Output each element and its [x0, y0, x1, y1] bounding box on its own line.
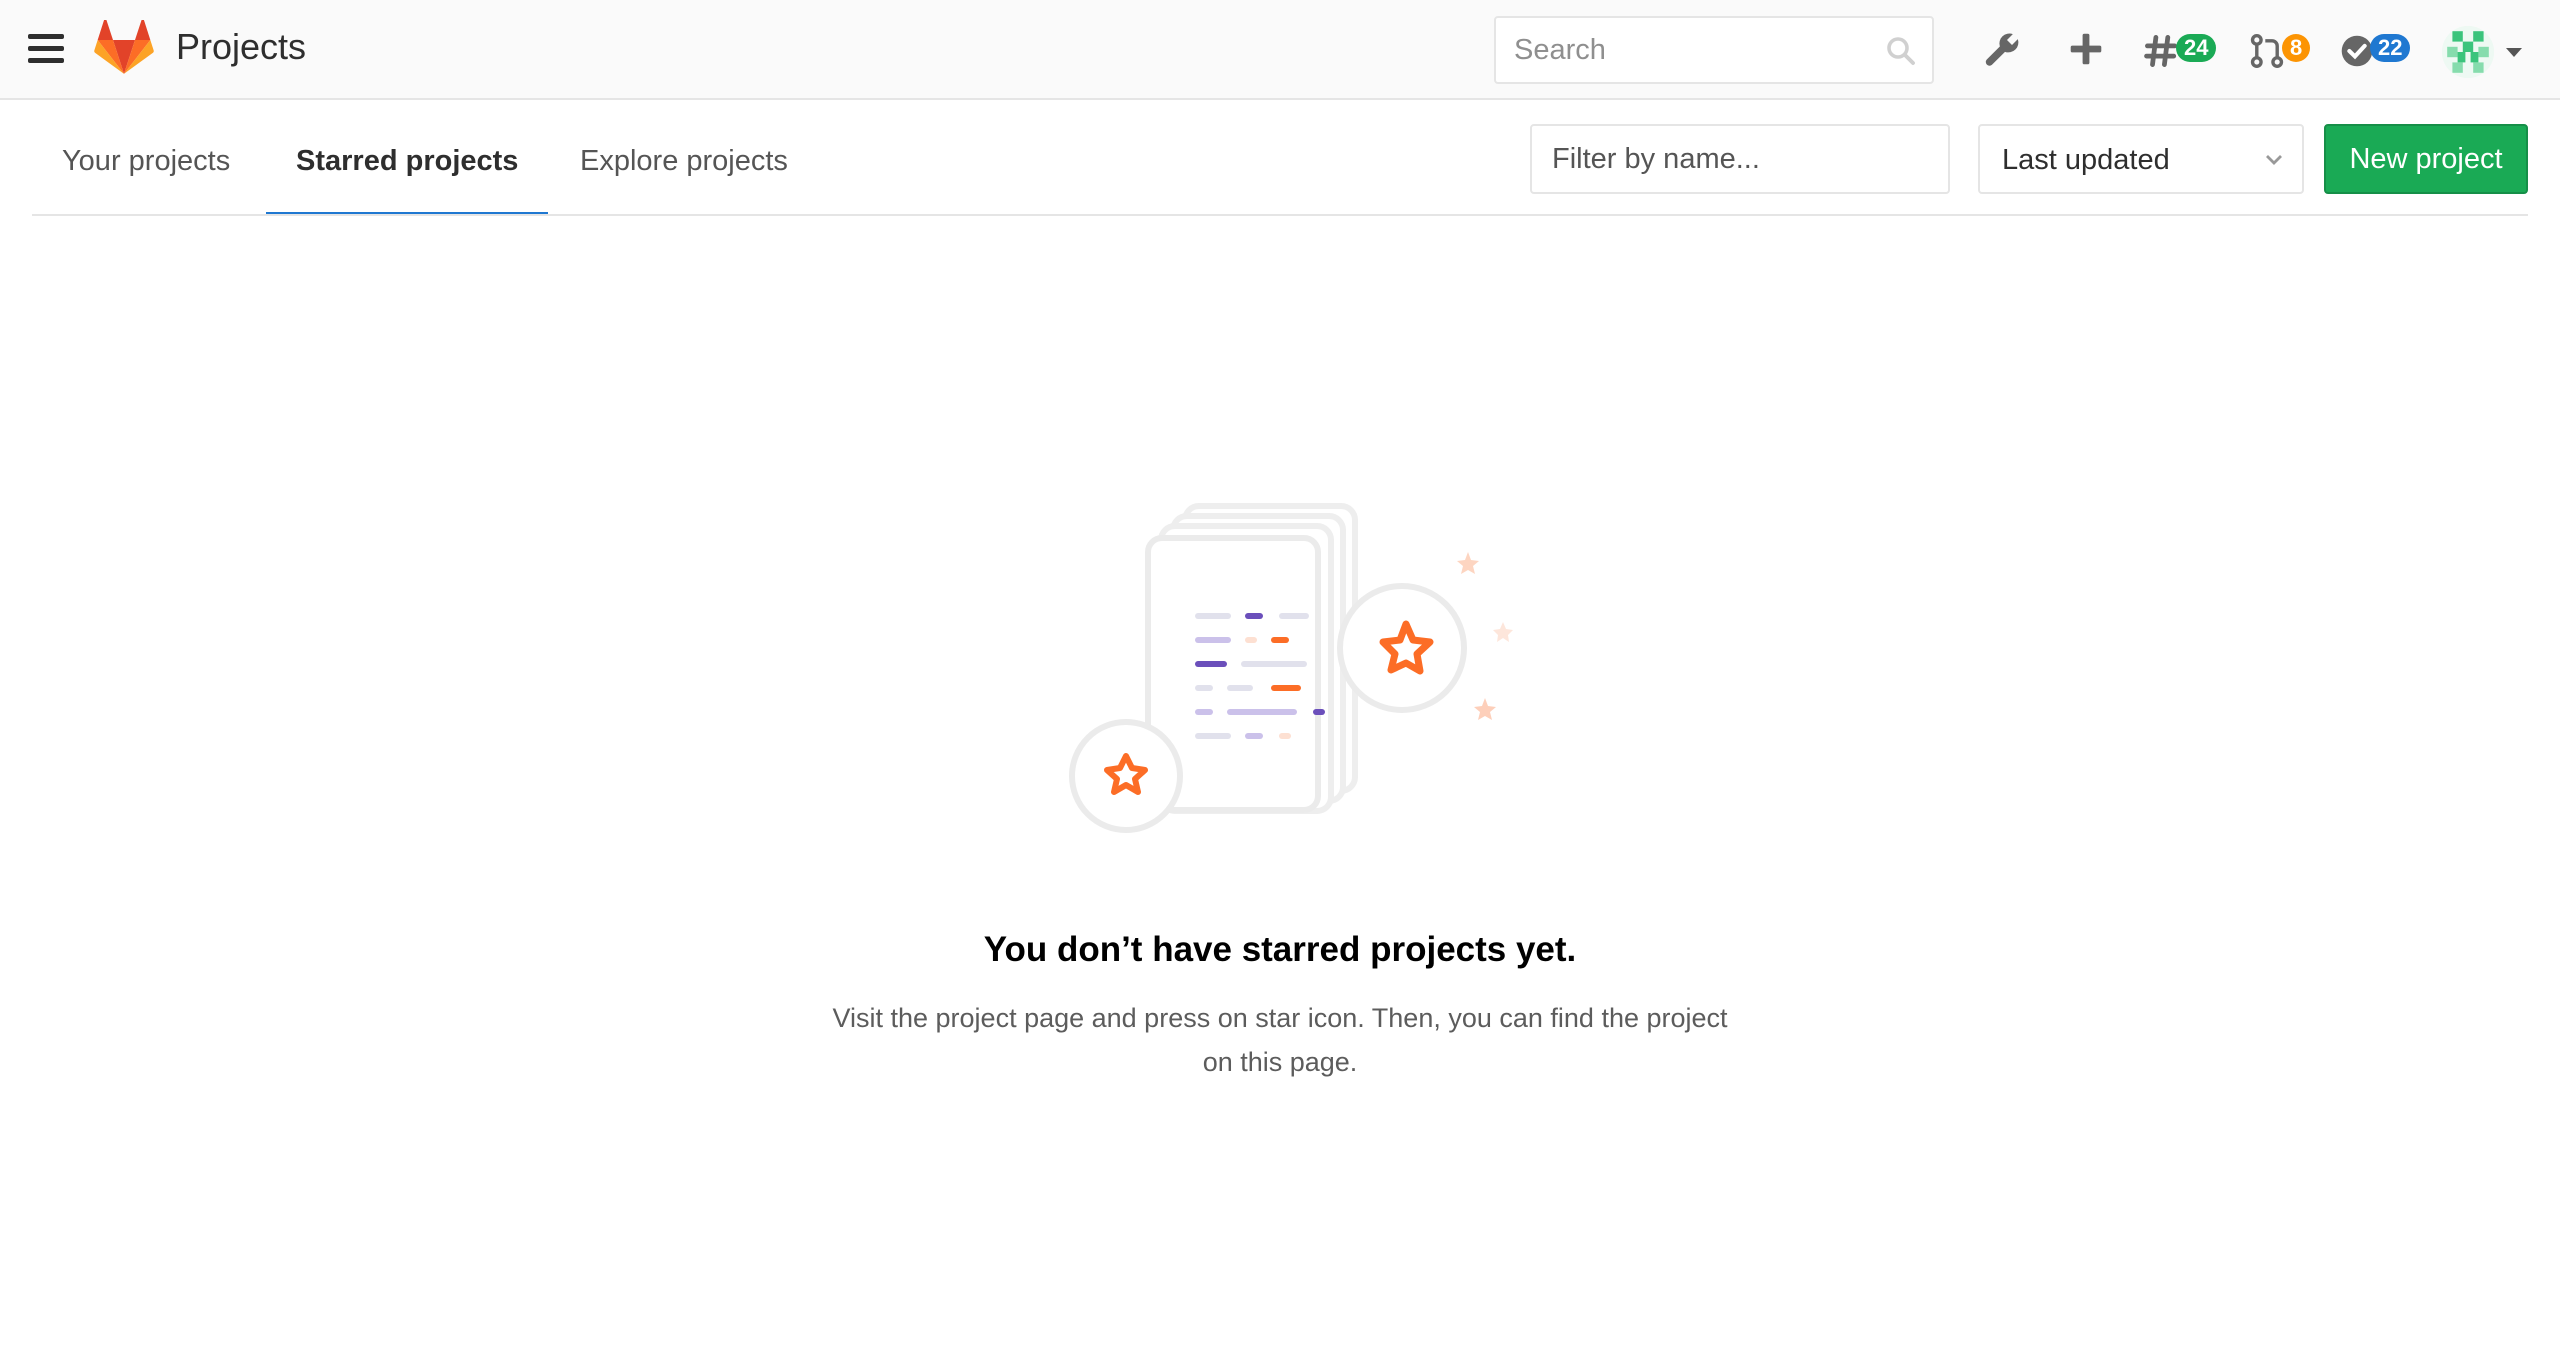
- avatar[interactable]: [2442, 26, 2494, 78]
- tab-explore-projects[interactable]: Explore projects: [550, 102, 818, 216]
- issues-hash-icon: [2144, 35, 2177, 67]
- merge-requests-shortcut[interactable]: 8: [2246, 26, 2338, 74]
- new-project-button[interactable]: New project: [2324, 124, 2528, 194]
- chevron-down-icon: [2266, 155, 2282, 165]
- search-icon: [1887, 37, 1915, 65]
- todo-check-icon: [2341, 35, 2373, 67]
- filter-by-name-input[interactable]: [1530, 124, 1950, 194]
- todos-shortcut[interactable]: 22: [2336, 26, 2436, 74]
- sort-dropdown[interactable]: Last updated: [1978, 124, 2304, 194]
- merge-requests-count-badge: 8: [2282, 34, 2311, 62]
- plus-icon[interactable]: [2066, 32, 2106, 66]
- identicon-avatar-icon: [2442, 26, 2494, 78]
- todos-count-badge: 22: [2370, 34, 2411, 62]
- tab-starred-projects[interactable]: Starred projects: [266, 102, 549, 216]
- issues-shortcut[interactable]: 24: [2144, 26, 2240, 74]
- user-menu[interactable]: [2442, 26, 2526, 78]
- tab-your-projects[interactable]: Your projects: [32, 102, 260, 216]
- caret-down-icon: [2506, 48, 2522, 57]
- admin-wrench-icon[interactable]: [1980, 30, 2024, 70]
- sort-selected-value: Last updated: [2002, 144, 2170, 176]
- top-navbar: Projects 24 8 22: [0, 0, 2560, 100]
- issues-count-badge: 24: [2176, 34, 2217, 62]
- empty-state-title: You don’t have starred projects yet.: [983, 930, 1577, 969]
- search-input[interactable]: [1496, 18, 1876, 82]
- search-field[interactable]: [1494, 16, 1934, 84]
- page-title[interactable]: Projects: [176, 26, 306, 68]
- gitlab-logo[interactable]: [94, 20, 154, 76]
- hamburger-menu-icon[interactable]: [28, 34, 64, 66]
- empty-state-description: Visit the project page and press on star…: [832, 1003, 1728, 1077]
- merge-request-icon: [2250, 34, 2284, 68]
- tabs-divider: [32, 214, 2528, 216]
- starred-projects-empty-illustration: [1069, 503, 1513, 833]
